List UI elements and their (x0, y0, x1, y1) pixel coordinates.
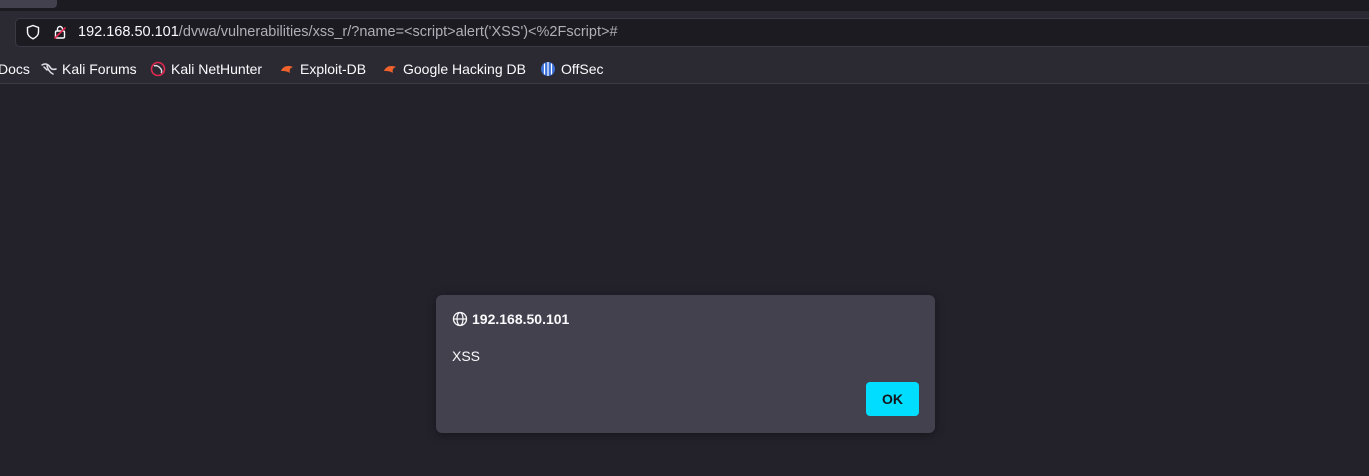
ok-button[interactable]: OK (866, 382, 919, 416)
tab-active-remnant[interactable] (0, 0, 57, 8)
bookmark-exploit-db[interactable]: Exploit-DB (279, 59, 366, 79)
dialog-title: 192.168.50.101 (452, 311, 569, 327)
tab-strip (0, 0, 1369, 11)
globe-icon (452, 311, 468, 327)
dialog-message: XSS (452, 348, 481, 364)
dialog-origin: 192.168.50.101 (472, 311, 570, 327)
kali-dragon-icon (41, 63, 57, 75)
exploit-db-icon (384, 66, 396, 73)
bookmark-label: Kali NetHunter (171, 61, 263, 77)
alert-dialog: 192.168.50.101 XSS OK (436, 295, 935, 433)
navigation-toolbar: 192.168.50.101/dvwa/vulnerabilities/xss_… (0, 11, 1369, 55)
bookmark-google-hacking-db[interactable]: Google Hacking DB (382, 59, 526, 79)
lock-insecure-icon[interactable] (52, 24, 68, 40)
offsec-icon (541, 62, 555, 76)
url-path: /dvwa/vulnerabilities/xss_r/?name=<scrip… (178, 24, 618, 40)
nethunter-icon (150, 61, 166, 77)
bookmark-label: Google Hacking DB (403, 61, 526, 77)
exploit-db-icon (281, 66, 293, 73)
url-host: 192.168.50.101 (78, 24, 179, 40)
url-text[interactable]: 192.168.50.101/dvwa/vulnerabilities/xss_… (78, 24, 618, 41)
bookmark-label: Docs (0, 61, 30, 77)
bookmark-offsec[interactable]: OffSec (540, 59, 604, 79)
shield-icon[interactable] (25, 24, 41, 40)
bookmarks-toolbar: Docs Kali Forums Kali NetHunter Exploit-… (0, 55, 1369, 84)
bookmark-label: OffSec (561, 61, 604, 77)
bookmark-kali-nethunter[interactable]: Kali NetHunter (150, 59, 262, 79)
bookmark-docs[interactable]: Docs (0, 59, 30, 79)
bookmark-label: Exploit-DB (300, 61, 367, 77)
address-bar[interactable]: 192.168.50.101/dvwa/vulnerabilities/xss_… (15, 18, 1369, 47)
bookmark-label: Kali Forums (62, 61, 137, 77)
bookmark-kali-forums[interactable]: Kali Forums (41, 59, 137, 79)
